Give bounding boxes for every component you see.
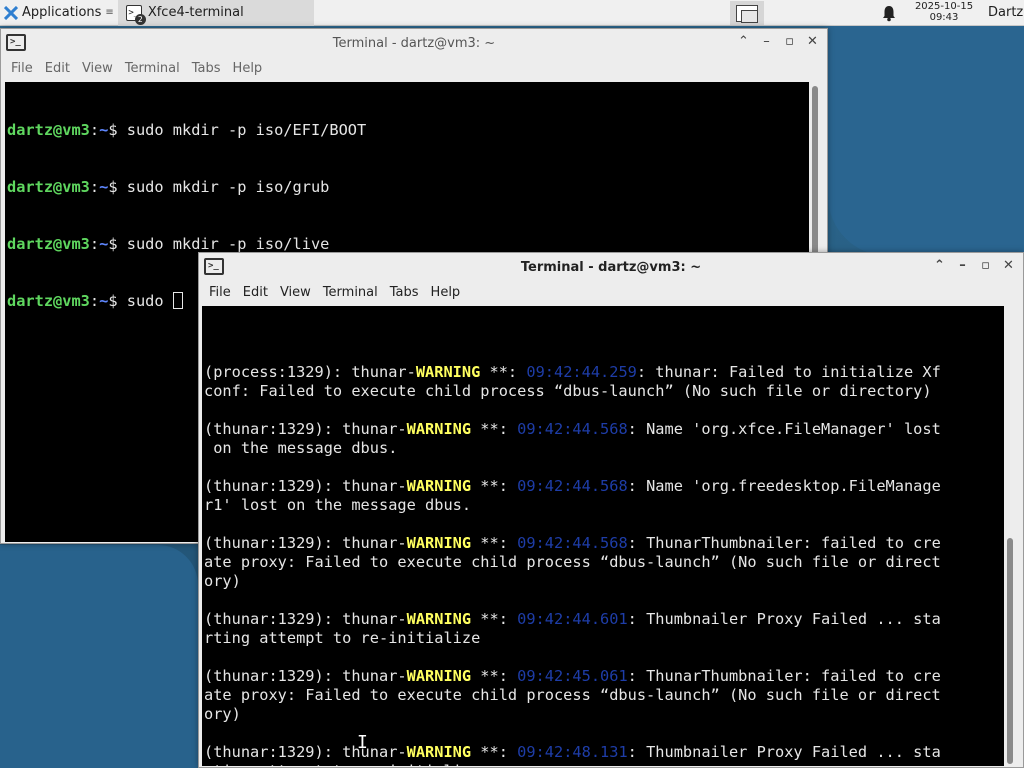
desktop-wallpaper-shape: [828, 26, 1024, 256]
window-title: Terminal - dartz@vm3: ~: [520, 259, 702, 275]
menu-tabs[interactable]: Tabs: [186, 57, 227, 81]
terminal-line: (thunar:1329): thunar-WARNING **: 09:42:…: [204, 610, 941, 628]
window-titlebar[interactable]: >_ Terminal - dartz@vm3: ~ ⌃ – ▫ ✕: [199, 253, 1023, 281]
terminal-output[interactable]: (process:1329): thunar-WARNING **: 09:42…: [202, 306, 1004, 766]
notification-bell-icon[interactable]: [880, 4, 898, 22]
shade-button[interactable]: ⌃: [931, 257, 948, 275]
terminal-line: ory): [204, 572, 241, 590]
window-titlebar[interactable]: >_ Terminal - dartz@vm3: ~ ⌃ – ▫ ✕: [1, 29, 827, 57]
menu-indicator-icon: ≡: [105, 7, 114, 18]
menu-file[interactable]: File: [203, 281, 237, 305]
terminal-line: (thunar:1329): thunar-WARNING **: 09:42:…: [204, 477, 941, 495]
menu-terminal[interactable]: Terminal: [317, 281, 384, 305]
menu-help[interactable]: Help: [425, 281, 467, 305]
clock-date: 2025-10-15: [914, 1, 974, 12]
xfce-logo-icon: [4, 5, 18, 20]
applications-menu[interactable]: Applications ≡: [0, 0, 118, 26]
terminal-line: rting attempt to re-initialize: [204, 629, 481, 647]
taskbar-button-terminal[interactable]: >_ 2 Xfce4-terminal: [117, 0, 314, 26]
workspace-switcher[interactable]: [730, 1, 764, 25]
menubar: File Edit View Terminal Tabs Help: [199, 281, 1023, 305]
terminal-line: rting attempt to re-initialize: [204, 762, 1002, 766]
menu-edit[interactable]: Edit: [39, 57, 76, 81]
top-panel: Applications ≡ >_ 2 Xfce4-terminal 2025-1…: [0, 0, 1024, 26]
applications-label: Applications: [22, 5, 102, 20]
terminal-cursor: [172, 292, 183, 309]
scroll-thumb[interactable]: [1007, 538, 1013, 764]
terminal-line: ate proxy: Failed to execute child proce…: [204, 553, 941, 571]
scrollbar[interactable]: [1004, 306, 1023, 766]
terminal-line: ate proxy: Failed to execute child proce…: [204, 686, 941, 704]
menu-view[interactable]: View: [76, 57, 119, 81]
menu-view[interactable]: View: [274, 281, 317, 305]
menu-help[interactable]: Help: [227, 57, 269, 81]
maximize-button[interactable]: ▫: [781, 33, 798, 51]
terminal-window-front[interactable]: >_ Terminal - dartz@vm3: ~ ⌃ – ▫ ✕ File …: [198, 252, 1024, 768]
terminal-line: dartz@vm3:~$ sudo mkdir -p iso/EFI/BOOT: [7, 121, 367, 139]
menubar: File Edit View Terminal Tabs Help: [1, 57, 827, 81]
terminal-line: conf: Failed to execute child process “d…: [204, 382, 932, 400]
close-button[interactable]: ✕: [1000, 257, 1017, 275]
mouse-cursor-icon: I: [357, 732, 368, 753]
terminal-icon: >_ 2: [125, 4, 146, 25]
window-count-badge: 2: [134, 13, 146, 25]
taskbar-label: Xfce4-terminal: [147, 5, 244, 20]
terminal-line: (thunar:1329): thunar-WARNING **: 09:42:…: [204, 420, 941, 438]
terminal-icon: >_: [6, 34, 26, 51]
terminal-line: (thunar:1329): thunar-WARNING **: 09:42:…: [204, 534, 941, 552]
minimize-button[interactable]: –: [954, 257, 971, 275]
window-title: Terminal - dartz@vm3: ~: [332, 35, 496, 51]
menu-tabs[interactable]: Tabs: [384, 281, 425, 305]
terminal-icon: >_: [204, 258, 224, 275]
close-button[interactable]: ✕: [804, 33, 821, 51]
terminal-line: (thunar:1329): thunar-WARNING **: 09:42:…: [204, 667, 941, 685]
menu-edit[interactable]: Edit: [237, 281, 274, 305]
terminal-line: ory): [204, 705, 241, 723]
terminal-line: r1' lost on the message dbus.: [204, 496, 472, 514]
clock[interactable]: 2025-10-15 09:43: [908, 1, 980, 23]
menu-file[interactable]: File: [5, 57, 39, 81]
menu-terminal[interactable]: Terminal: [119, 57, 186, 81]
clock-time: 09:43: [929, 12, 959, 23]
user-menu[interactable]: Dartz: [988, 5, 1023, 20]
terminal-line: dartz@vm3:~$ sudo mkdir -p iso/grub: [7, 178, 330, 196]
terminal-line: (process:1329): thunar-WARNING **: 09:42…: [204, 363, 941, 381]
desktop-wallpaper-shape: [0, 545, 198, 768]
minimize-button[interactable]: –: [758, 33, 775, 51]
shade-button[interactable]: ⌃: [735, 33, 752, 51]
workspace-icon: [736, 4, 758, 23]
terminal-line: (thunar:1329): thunar-WARNING **: 09:42:…: [204, 743, 941, 761]
maximize-button[interactable]: ▫: [977, 257, 994, 275]
terminal-line: on the message dbus.: [204, 439, 398, 457]
